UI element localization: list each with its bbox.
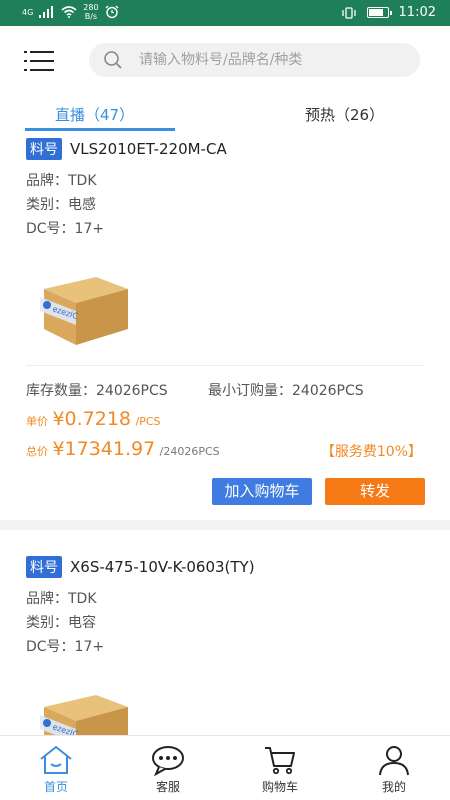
clock: 11:02 <box>398 5 436 20</box>
product-image[interactable]: ezezIC <box>36 685 134 735</box>
stock: 库存数量：24026PCS <box>26 383 168 399</box>
add-to-cart-button[interactable]: 加入购物车 <box>212 478 312 505</box>
network-type: 4G <box>22 7 34 17</box>
dc-code: DC号：17+ <box>26 221 105 237</box>
menu-icon[interactable] <box>24 48 54 74</box>
tab-bar: 直播（47） 预热（26） <box>0 96 450 132</box>
brand: 品牌：TDK <box>26 591 97 607</box>
signal-icon <box>39 6 54 18</box>
net-speed-unit: B/s <box>84 12 98 21</box>
cart-icon <box>265 747 295 775</box>
unit-price-row: 单价 ¥0.7218 /PCS <box>26 408 161 430</box>
wifi-icon <box>61 6 77 18</box>
category: 类别：电感 <box>26 197 96 213</box>
dc-code: DC号：17+ <box>26 639 105 655</box>
search-bar[interactable] <box>89 43 420 77</box>
nav-service[interactable]: 客服 <box>128 744 208 795</box>
part-number[interactable]: X6S-475-10V-K-0603(TY) <box>70 558 255 576</box>
part-number-row: 料号 VLS2010ET-220M-CA <box>26 138 227 160</box>
bottom-nav: 首页 客服 购物车 我的 <box>0 735 450 800</box>
nav-cart[interactable]: 购物车 <box>240 744 320 795</box>
tab-preheat[interactable]: 预热（26） <box>305 104 384 125</box>
user-icon <box>379 746 409 776</box>
divider <box>26 365 424 366</box>
total-price: ¥17341.97 <box>52 438 156 460</box>
category: 类别：电容 <box>26 615 96 631</box>
nav-mine[interactable]: 我的 <box>354 744 434 795</box>
part-number[interactable]: VLS2010ET-220M-CA <box>70 140 227 158</box>
product-card: 料号 VLS2010ET-220M-CA 品牌：TDK 类别：电感 DC号：17… <box>0 132 450 512</box>
status-bar: 4G 280 B/s 11:02 <box>0 0 450 26</box>
unit-price-label: 单价 <box>26 415 48 428</box>
nav-cart-label: 购物车 <box>261 780 298 794</box>
forward-button[interactable]: 转发 <box>325 478 425 505</box>
active-tab-indicator <box>25 128 175 131</box>
total-price-label: 总价 <box>26 445 48 458</box>
vibrate-icon <box>341 6 356 19</box>
tab-live[interactable]: 直播（47） <box>55 104 134 125</box>
min-order: 最小订购量：24026PCS <box>208 383 364 399</box>
nav-home-label: 首页 <box>43 780 68 794</box>
net-speed: 280 B/s <box>83 3 98 21</box>
home-icon <box>40 746 72 774</box>
part-number-row: 料号 X6S-475-10V-K-0603(TY) <box>26 556 255 578</box>
part-number-badge: 料号 <box>26 556 62 578</box>
unit-price-unit: /PCS <box>135 415 161 428</box>
battery-icon <box>366 7 392 18</box>
product-card: 料号 X6S-475-10V-K-0603(TY) 品牌：TDK 类别：电容 D… <box>0 550 450 735</box>
search-input[interactable] <box>139 43 409 77</box>
alarm-icon <box>105 5 119 19</box>
part-number-badge: 料号 <box>26 138 62 160</box>
brand: 品牌：TDK <box>26 173 97 189</box>
unit-price: ¥0.7218 <box>52 408 132 430</box>
nav-home[interactable]: 首页 <box>16 744 96 795</box>
total-price-row: 总价 ¥17341.97 /24026PCS <box>26 438 220 460</box>
total-quantity: /24026PCS <box>159 445 220 458</box>
chat-icon <box>152 746 184 776</box>
nav-mine-label: 我的 <box>381 780 406 794</box>
card-separator <box>0 520 450 530</box>
net-speed-value: 280 <box>83 3 99 12</box>
search-icon <box>104 51 122 69</box>
product-list[interactable]: 料号 VLS2010ET-220M-CA 品牌：TDK 类别：电感 DC号：17… <box>0 132 450 735</box>
product-image[interactable]: ezezIC <box>36 267 134 347</box>
header <box>0 26 450 96</box>
nav-service-label: 客服 <box>155 780 180 794</box>
service-fee: 【服务费10%】 <box>320 444 422 460</box>
